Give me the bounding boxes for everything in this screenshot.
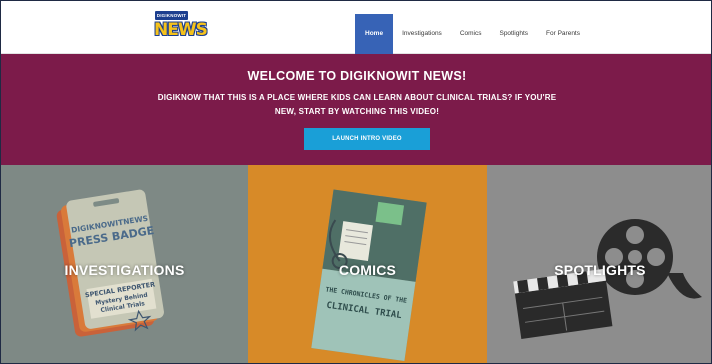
logo-word: NEWS <box>154 20 208 40</box>
welcome-banner: WELCOME TO DIGIKNOWIT NEWS! DIGIKNOW THA… <box>1 54 711 165</box>
tile-comics[interactable]: THE CHRONICLES OF THE CLINICAL TRIAL COM… <box>248 165 487 363</box>
welcome-title: WELCOME TO DIGIKNOWIT NEWS! <box>247 69 467 83</box>
tile-spotlights[interactable]: SPOTLIGHTS <box>487 165 711 363</box>
tile-spotlights-label: SPOTLIGHTS <box>554 262 646 278</box>
nav-comics[interactable]: Comics <box>451 14 491 54</box>
nav-home[interactable]: Home <box>355 14 394 54</box>
tile-comics-label: COMICS <box>338 262 397 278</box>
site-header: DIGIKNOWIT NEWS Home Investigations Comi… <box>1 1 711 54</box>
nav-investigations[interactable]: Investigations <box>393 14 451 54</box>
feature-tiles: DIGIKNOWITNEWS PRESS BADGE SPECIAL REPOR… <box>1 165 711 363</box>
tile-investigations-label: INVESTIGATIONS <box>64 262 185 278</box>
tile-investigations[interactable]: DIGIKNOWITNEWS PRESS BADGE SPECIAL REPOR… <box>1 165 248 363</box>
welcome-subtitle: DIGIKNOW THAT THIS IS A PLACE WHERE KIDS… <box>157 93 557 116</box>
launch-intro-video-button[interactable]: LAUNCH INTRO VIDEO <box>304 128 430 150</box>
site-logo[interactable]: DIGIKNOWIT NEWS <box>154 11 208 43</box>
main-nav: Home Investigations Comics Spotlights Fo… <box>355 14 589 54</box>
nav-spotlights[interactable]: Spotlights <box>490 14 537 54</box>
page-frame: DIGIKNOWIT NEWS Home Investigations Comi… <box>0 0 712 364</box>
nav-for-parents[interactable]: For Parents <box>537 14 589 54</box>
